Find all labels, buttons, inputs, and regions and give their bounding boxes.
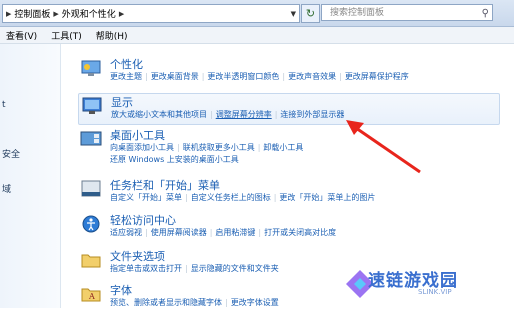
watermark-subtext: SLINK.VIP bbox=[418, 288, 452, 296]
